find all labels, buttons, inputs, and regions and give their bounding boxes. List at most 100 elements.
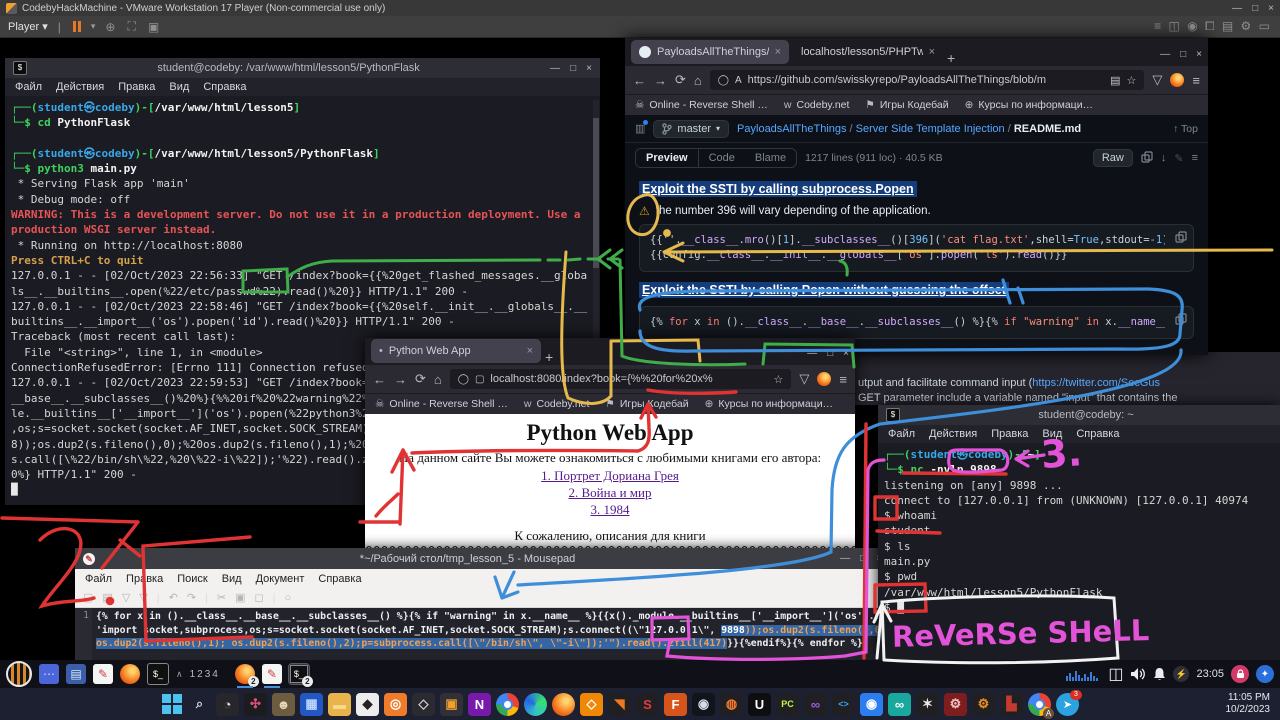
tab-preview[interactable]: Preview <box>636 149 699 167</box>
blender-icon[interactable]: ◍ <box>720 693 743 716</box>
back-to-top-link[interactable]: ↑ Top <box>1173 123 1198 135</box>
expand-chevron-icon[interactable]: ∧ <box>176 669 183 680</box>
running-firefox-icon[interactable]: 2 <box>235 664 255 684</box>
mousepad-launcher-icon[interactable]: ✎ <box>93 664 113 684</box>
menu-item[interactable]: Действия <box>929 428 977 440</box>
running-terminal-icon[interactable]: $_ 2 <box>289 664 309 684</box>
screen-lock-icon[interactable] <box>1231 665 1249 683</box>
terminal-launcher-icon[interactable]: $_ <box>147 663 169 685</box>
menu-item[interactable]: Вид <box>1042 428 1062 440</box>
orange-ring-app-icon[interactable]: ◎ <box>384 693 407 716</box>
close-icon[interactable]: × <box>1196 49 1202 60</box>
menu-item[interactable]: Правка <box>126 573 163 585</box>
shield-icon[interactable]: ◯ <box>458 374 469 385</box>
diagram-app-icon[interactable]: ◇ <box>580 693 603 716</box>
player-menu[interactable]: Player ▾ <box>8 20 48 33</box>
gauge-app-icon[interactable]: ◔ <box>216 693 239 716</box>
twitter-link[interactable]: https://twitter.com/SecGus <box>1032 377 1160 389</box>
menu-item[interactable]: Файл <box>15 81 42 93</box>
bookmark-star-icon[interactable]: ☆ <box>1127 74 1137 87</box>
menu-item[interactable]: Вид <box>169 81 189 93</box>
pause-dropdown-icon[interactable]: ▾ <box>91 21 96 32</box>
vscode-icon[interactable]: <> <box>832 693 855 716</box>
menu-item[interactable]: Действия <box>56 81 104 93</box>
white-app-icon[interactable]: ◆ <box>356 693 379 716</box>
menu-item[interactable]: Документ <box>256 573 305 585</box>
pocket-icon[interactable]: ▽ <box>799 371 809 387</box>
bookmark-item[interactable]: ⊕Курсы по информаци… <box>705 398 833 410</box>
close-icon[interactable]: × <box>843 348 849 359</box>
bookmark-item[interactable]: ☠Online - Reverse Shell … <box>635 99 768 111</box>
forward-icon[interactable]: → <box>654 73 667 88</box>
unity-icon[interactable]: ⊕ <box>105 20 117 34</box>
pause-button[interactable] <box>73 21 81 32</box>
menu-item[interactable]: Правка <box>118 81 155 93</box>
show-desktop-icon[interactable]: ⋯ <box>39 664 59 684</box>
maximize-icon[interactable]: □ <box>1180 49 1186 60</box>
book-link[interactable]: 3. 1984 <box>365 502 855 518</box>
bookmark-item[interactable]: ⚑Игры Кодебай <box>605 398 688 410</box>
edge-icon[interactable] <box>524 693 547 716</box>
tab-python-web-app[interactable]: • Python Web App × <box>371 339 541 363</box>
3d-viewer-icon[interactable]: ◇ <box>412 693 435 716</box>
device-status-icons[interactable]: ≡ ◫ ◉ ⧠ ▤ ⚙ ▭ <box>1154 19 1272 34</box>
bookmark-item[interactable]: ⚑Игры Кодебай <box>865 99 948 111</box>
carrot-app-icon[interactable]: ◥ <box>608 693 631 716</box>
branch-selector[interactable]: master ▾ <box>653 120 729 138</box>
copy-code-icon[interactable] <box>1175 313 1187 328</box>
terminal1-titlebar[interactable]: $ student@codeby: /var/www/html/lesson5/… <box>5 58 600 78</box>
bookmark-item[interactable]: ☠Online - Reverse Shell … <box>375 398 508 410</box>
display-icon[interactable]: ◫ <box>1108 664 1123 684</box>
url-bar[interactable]: ◯ A https://github.com/swisskyrepo/Paylo… <box>710 70 1145 90</box>
book-link[interactable]: 2. Война и мир <box>365 485 855 501</box>
slack-like-icon[interactable]: ✣ <box>244 693 267 716</box>
minimize-icon[interactable]: — <box>807 348 817 359</box>
terminal2-titlebar[interactable]: $ student@codeby: ~ <box>878 405 1280 425</box>
portrait-app-icon[interactable]: ☻ <box>272 693 295 716</box>
firefox-account-icon[interactable] <box>817 372 831 386</box>
pocket-icon[interactable]: ▽ <box>1152 72 1162 88</box>
section-heading-popen-offset[interactable]: Exploit the SSTI by calling Popen withou… <box>639 282 1009 298</box>
maximize-icon[interactable]: □ <box>827 348 833 359</box>
menu-item[interactable]: Поиск <box>177 573 207 585</box>
tab-blame[interactable]: Blame <box>745 149 796 167</box>
notification-bell-icon[interactable] <box>1153 667 1166 681</box>
chrome-profile-icon[interactable]: A <box>1028 693 1051 716</box>
firefox-icon[interactable] <box>552 693 575 716</box>
close-tab-icon[interactable]: × <box>775 46 781 58</box>
mousepad-toolbar[interactable]: ▢▤▽▽| ↶↷| ✂▣◻| ○ <box>75 588 890 608</box>
close-icon[interactable]: × <box>586 63 592 74</box>
editor-text[interactable]: {% for x in ().__class__.__base__.__subc… <box>92 608 890 660</box>
close-tab-icon[interactable]: × <box>527 345 533 357</box>
home-icon[interactable]: ⌂ <box>434 372 442 387</box>
f-book-app-icon[interactable]: F <box>664 693 687 716</box>
copy-raw-icon[interactable] <box>1141 151 1153 166</box>
maximize-icon[interactable]: □ <box>860 553 866 564</box>
home-icon[interactable]: ⌂ <box>694 73 702 88</box>
tab-localhost-phptwig[interactable]: localhost/lesson5/PHPTwig/i × <box>793 40 943 64</box>
codeby-logo-icon[interactable] <box>6 661 32 687</box>
mousepad-titlebar[interactable]: ✎ *~/Рабочий стол/tmp_lesson_5 - Mousepa… <box>75 548 890 569</box>
spider-app-icon[interactable]: ✶ <box>916 693 939 716</box>
book-link[interactable]: 1. Портрет Дориана Грея <box>365 468 855 484</box>
sidebar-toggle-icon[interactable]: ▥ <box>635 122 645 135</box>
vehicle-app-icon[interactable]: ▙ <box>1000 693 1023 716</box>
edit-pencil-icon[interactable]: ✎ <box>1174 152 1183 165</box>
copy-code-icon[interactable] <box>1175 231 1187 246</box>
firefox-launcher-icon[interactable] <box>120 664 140 684</box>
menu-item[interactable]: Правка <box>991 428 1028 440</box>
unreal-engine-icon[interactable]: U <box>748 693 771 716</box>
help-circle-icon[interactable]: ✦ <box>1256 665 1274 683</box>
reload-icon[interactable]: ⟳ <box>675 72 686 88</box>
pycharm-icon[interactable]: PC <box>776 693 799 716</box>
code-block-subprocess[interactable]: {{''.__class__.mro()[1].__subclasses__()… <box>639 224 1194 272</box>
guest-clock[interactable]: 23:05 <box>1196 668 1224 680</box>
code-block-popen[interactable]: {% for x in ().__class__.__base__.__subc… <box>639 306 1194 339</box>
running-mousepad-icon[interactable]: ✎ <box>262 664 282 684</box>
minimize-icon[interactable]: — <box>550 63 560 74</box>
shield-icon[interactable]: ◯ <box>718 75 729 86</box>
file-explorer-icon[interactable]: ▬ <box>328 693 351 716</box>
close-tab-icon[interactable]: × <box>929 46 935 58</box>
menu-item[interactable]: Справка <box>203 81 246 93</box>
bookmark-star-icon[interactable]: ☆ <box>774 373 784 386</box>
